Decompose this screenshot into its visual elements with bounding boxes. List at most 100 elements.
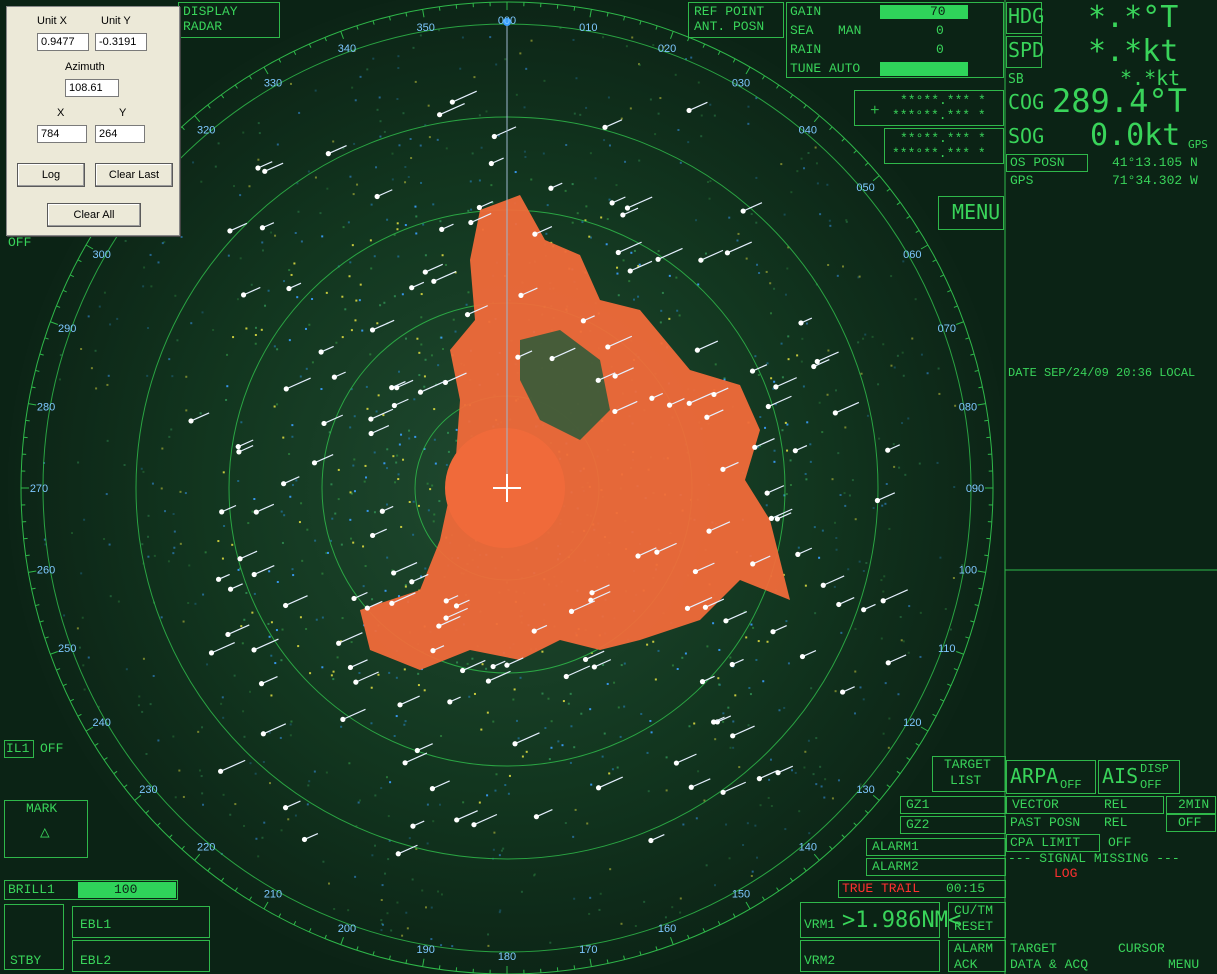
mark-label: MARK (26, 801, 58, 816)
clear-all-button[interactable]: Clear All (47, 203, 141, 227)
mark-triangle-icon: △ (40, 824, 50, 842)
ebl1-label: EBL1 (80, 917, 112, 932)
past-posn-label[interactable]: PAST POSN (1010, 816, 1080, 830)
unit-y-label: Unit Y (101, 15, 131, 27)
cog-label: COG (1008, 90, 1045, 114)
past-posn-mode: REL (1104, 815, 1128, 830)
bearing-label-210: 210 (264, 888, 282, 900)
spd-label: SPD (1008, 38, 1045, 62)
bearing-label-110: 110 (938, 643, 956, 655)
menu-label: MENU (952, 200, 1001, 224)
sea-mode: MAN (838, 23, 862, 38)
bearing-label-130: 130 (856, 784, 874, 796)
bearing-label-070: 070 (938, 323, 956, 335)
brill-value: 100 (114, 882, 138, 897)
tune-bar[interactable] (880, 62, 968, 76)
vector-mode: REL (1104, 797, 1128, 812)
il1-state: OFF (40, 741, 64, 756)
sea-label[interactable]: SEA (790, 24, 813, 38)
gain-label[interactable]: GAIN (790, 5, 821, 19)
gain-value: 70 (930, 4, 946, 19)
x-field[interactable]: 784 (37, 125, 87, 143)
gz2-label: GZ2 (906, 817, 930, 832)
ebl2-label: EBL2 (80, 953, 112, 968)
stby-label: STBY (10, 953, 42, 968)
target-list-label-1: TARGET (944, 757, 991, 772)
vector-label: VECTOR (1012, 797, 1059, 812)
il1-label: IL1 (6, 741, 30, 756)
cursor-lat-2: **°**.*** * (900, 131, 986, 146)
own-ship-longitude: 71°34.302 W (1112, 173, 1198, 188)
azimuth-field[interactable]: 108.61 (65, 79, 119, 97)
bearing-label-170: 170 (579, 944, 597, 956)
off-label: OFF (8, 235, 32, 250)
ais-state: OFF (1140, 778, 1162, 792)
vector-time: 2MIN (1178, 797, 1210, 812)
unit-x-field[interactable]: 0.9477 (37, 33, 89, 51)
sog-label: SOG (1008, 124, 1045, 148)
cursor-menu-label-1[interactable]: CURSOR (1118, 942, 1165, 956)
bearing-label-020: 020 (658, 43, 676, 55)
display-label: DISPLAY (183, 4, 238, 19)
cpa-limit-state: OFF (1108, 835, 1132, 850)
sog-value: 0.0kt (1090, 118, 1181, 153)
bearing-label-320: 320 (197, 124, 215, 136)
trail-time: 00:15 (946, 881, 986, 896)
bearing-label-250: 250 (58, 643, 76, 655)
gz1-label: GZ1 (906, 797, 930, 812)
rain-value: 0 (936, 42, 944, 57)
cog-value: 289.4°T (1052, 82, 1187, 120)
bearing-label-340: 340 (338, 43, 356, 55)
target-data-label-2[interactable]: DATA & ACQ (1010, 958, 1088, 972)
cursor-cross-icon: + (870, 102, 880, 120)
ais-label: AIS (1102, 764, 1139, 788)
hdg-label: HDG (1008, 4, 1045, 28)
tune-label[interactable]: TUNE AUTO (790, 62, 860, 76)
display-mode-radar[interactable]: RADAR (183, 20, 222, 34)
unit-x-label: Unit X (37, 15, 67, 27)
bearing-label-330: 330 (264, 78, 282, 90)
bearing-label-220: 220 (197, 842, 215, 854)
bearing-label-040: 040 (799, 124, 817, 136)
bearing-label-030: 030 (732, 78, 750, 90)
rain-label[interactable]: RAIN (790, 43, 821, 57)
target-data-label-1[interactable]: TARGET (1010, 942, 1057, 956)
brill-label: BRILL1 (8, 882, 55, 897)
bearing-label-090: 090 (966, 483, 984, 495)
true-trail-label: TRUE TRAIL (842, 881, 921, 896)
gain-bar[interactable] (880, 5, 968, 19)
bearing-label-230: 230 (139, 784, 157, 796)
date-time: DATE SEP/24/09 20:36 LOCAL (1008, 366, 1196, 380)
cpa-limit-label: CPA LIMIT (1010, 835, 1081, 850)
alarm-ack-label-2: ACK (954, 957, 978, 972)
alarm1-label: ALARM1 (872, 839, 919, 854)
vrm2-label: VRM2 (804, 953, 836, 968)
cursor-menu-label-2[interactable]: MENU (1168, 958, 1199, 972)
x-label: X (57, 107, 65, 119)
bearing-label-300: 300 (93, 249, 111, 261)
bearing-label-000: 000 (498, 15, 516, 27)
sog-source: GPS (1188, 138, 1208, 151)
signal-missing-alert: --- SIGNAL MISSING --- (1008, 851, 1180, 866)
bearing-label-140: 140 (799, 842, 817, 854)
unit-y-field[interactable]: -0.3191 (95, 33, 147, 51)
alarm2-label: ALARM2 (872, 859, 919, 874)
log-button[interactable]: Log (17, 163, 85, 187)
alarm-ack-label-1: ALARM (954, 941, 994, 956)
bearing-label-120: 120 (903, 717, 921, 729)
past-posn-state: OFF (1178, 815, 1202, 830)
spd-value: *.*kt (1088, 34, 1179, 69)
bearing-label-190: 190 (417, 944, 435, 956)
bearing-label-280: 280 (37, 402, 55, 414)
sea-value: 0 (936, 23, 944, 38)
bearing-label-180: 180 (498, 951, 516, 963)
clear-last-button[interactable]: Clear Last (95, 163, 173, 187)
bearing-label-050: 050 (856, 182, 874, 194)
bearing-label-150: 150 (732, 888, 750, 900)
y-field[interactable]: 264 (95, 125, 145, 143)
cu-tm-label: CU/TM (954, 903, 994, 918)
bearing-label-260: 260 (37, 564, 55, 576)
gps-label: GPS (1010, 173, 1034, 188)
log-alert: LOG (1054, 866, 1078, 881)
y-label: Y (119, 107, 127, 119)
